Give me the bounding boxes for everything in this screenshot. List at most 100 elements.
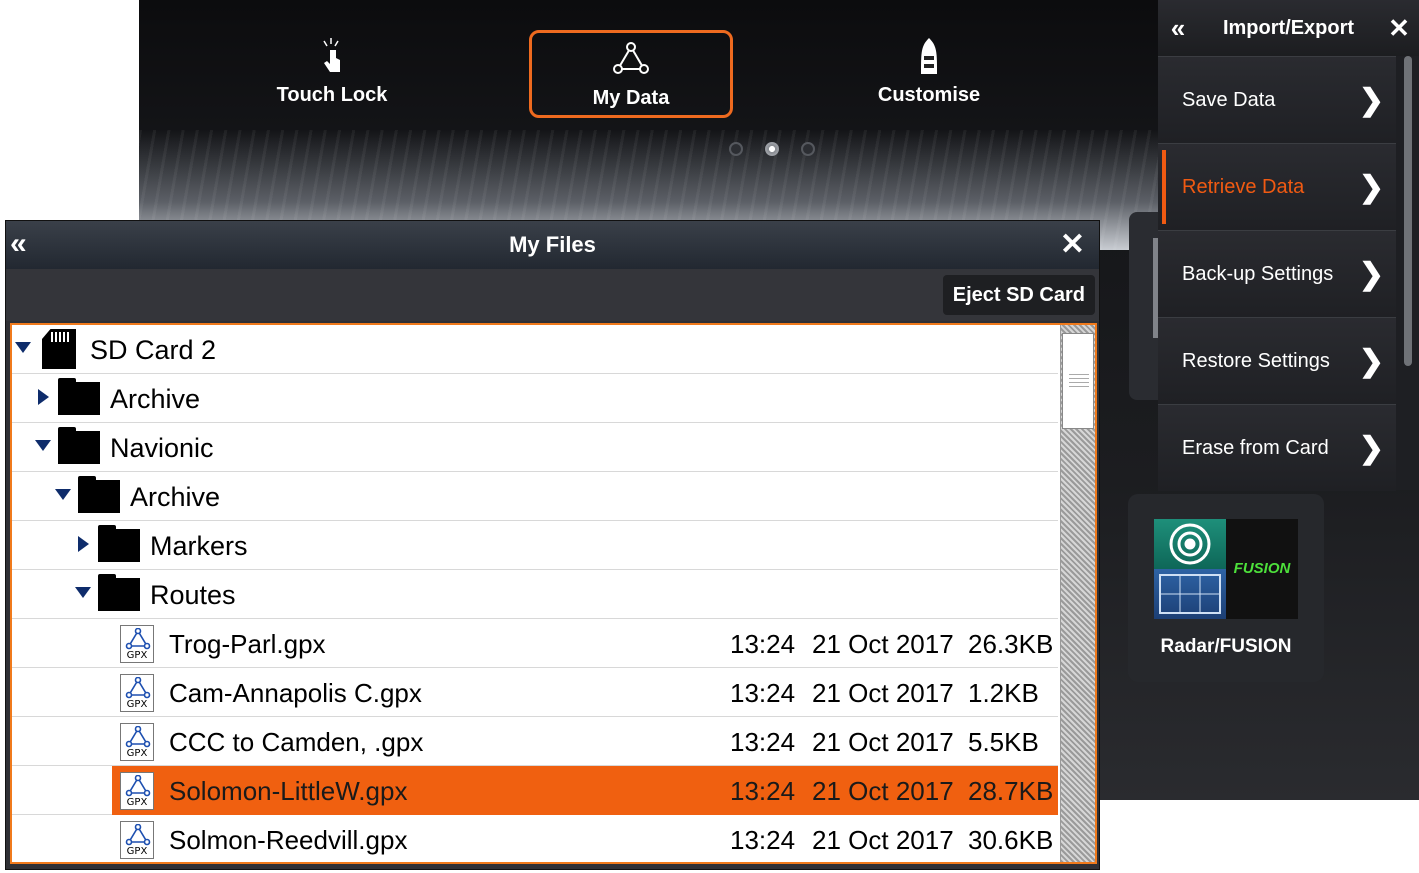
menu-item-label: Restore Settings [1182, 349, 1330, 372]
page-dot[interactable] [801, 142, 815, 156]
chevron-right-icon: ❯ [1358, 83, 1384, 117]
file-tree: SD Card 2 Archive Navionic Archive Marke… [10, 323, 1097, 864]
touch-lock-tile[interactable]: Touch Lock [230, 30, 434, 118]
customise-tile[interactable]: Customise [827, 30, 1031, 118]
import-export-menu: « Import/Export ✕ Save Data ❯ Retrieve D… [1158, 0, 1419, 491]
tree-row-folder[interactable]: Archive [12, 472, 1058, 521]
my-data-tile[interactable]: My Data [529, 30, 733, 118]
file-row[interactable]: Cam-Annapolis C.gpx 13:24 21 Oct 2017 1.… [12, 668, 1058, 717]
chart-icon [1154, 569, 1226, 619]
chevron-right-icon: ❯ [1358, 257, 1384, 291]
file-time: 13:24 [730, 678, 796, 708]
file-time: 13:24 [730, 776, 796, 806]
expand-arrow-icon[interactable] [78, 536, 89, 552]
gpx-file-icon [120, 821, 154, 859]
scrollbar-thumb[interactable] [1062, 333, 1094, 429]
page-dot[interactable] [729, 142, 743, 156]
tree-row-folder[interactable]: Markers [12, 521, 1058, 570]
gpx-file-icon [120, 625, 154, 663]
file-size: 5.5KB [968, 727, 1039, 757]
tree-row-sd-card[interactable]: SD Card 2 [12, 325, 1058, 374]
menu-item-label: Retrieve Data [1182, 175, 1305, 198]
import-export-title: Import/Export [1222, 16, 1355, 39]
customise-label: Customise [877, 84, 981, 106]
file-size: 1.2KB [968, 678, 1039, 708]
collapse-arrow-icon[interactable] [55, 489, 71, 500]
file-date: 21 Oct 2017 [812, 678, 954, 708]
page-dot-active[interactable] [765, 142, 779, 156]
chevron-right-icon: ❯ [1358, 431, 1384, 465]
fusion-logo-icon: FUSION [1226, 519, 1298, 619]
tree-item-label: Markers [150, 531, 248, 561]
boat-icon [921, 38, 937, 74]
collapse-arrow-icon[interactable] [75, 587, 91, 598]
my-files-toolbar: Eject SD Card [6, 269, 1099, 321]
gpx-file-icon [120, 723, 154, 761]
file-date: 21 Oct 2017 [812, 727, 954, 757]
radar-icon [1154, 519, 1226, 569]
chevron-right-icon: ❯ [1358, 170, 1384, 204]
folder-icon [98, 574, 140, 611]
file-date: 21 Oct 2017 [812, 776, 954, 806]
menu-item-retrieve-data[interactable]: Retrieve Data ❯ [1158, 143, 1396, 230]
menu-item-erase-from-card[interactable]: Erase from Card ❯ [1158, 404, 1396, 491]
my-files-header: « My Files ✕ [6, 221, 1099, 269]
tree-row-folder[interactable]: Navionic [12, 423, 1058, 472]
file-time: 13:24 [730, 727, 796, 757]
file-row-selected[interactable]: Solomon-LittleW.gpx 13:24 21 Oct 2017 28… [12, 766, 1058, 815]
my-data-label: My Data [592, 87, 670, 109]
file-size: 30.6KB [968, 825, 1054, 855]
my-files-dialog: « My Files ✕ Eject SD Card SD Card 2 Arc… [5, 220, 1100, 870]
tree-item-label: Archive [130, 482, 221, 512]
file-date: 21 Oct 2017 [812, 825, 954, 855]
touch-lock-icon [323, 38, 340, 72]
file-name: Trog-Parl.gpx [169, 629, 326, 659]
file-name: CCC to Camden, .gpx [169, 727, 424, 757]
menu-item-save-data[interactable]: Save Data ❯ [1158, 56, 1396, 143]
file-name: Cam-Annapolis C.gpx [169, 678, 422, 708]
my-files-title: My Files [509, 232, 596, 257]
close-icon[interactable]: ✕ [1060, 227, 1085, 262]
sd-card-icon [42, 329, 76, 369]
folder-icon [58, 378, 100, 415]
close-icon[interactable]: ✕ [1379, 13, 1419, 44]
file-row[interactable]: Trog-Parl.gpx 13:24 21 Oct 2017 26.3KB [12, 619, 1058, 668]
file-tree-scrollbar[interactable] [1060, 325, 1095, 862]
tree-item-label: Archive [110, 384, 201, 414]
menu-item-backup-settings[interactable]: Back-up Settings ❯ [1158, 230, 1396, 317]
collapse-arrow-icon[interactable] [35, 440, 51, 451]
tree-row-folder[interactable]: Archive [12, 374, 1058, 423]
tree-item-label: Navionic [110, 433, 214, 463]
chevron-right-icon: ❯ [1358, 344, 1384, 378]
file-row[interactable]: Solmon-Reedvill.gpx 13:24 21 Oct 2017 30… [12, 815, 1058, 862]
menu-item-label: Save Data [1182, 88, 1276, 111]
menu-item-label: Erase from Card [1182, 436, 1329, 459]
collapse-arrow-icon[interactable] [15, 342, 31, 353]
import-export-header: « Import/Export ✕ [1158, 0, 1419, 56]
expand-arrow-icon[interactable] [38, 389, 49, 405]
radar-fusion-icons: FUSION [1154, 519, 1298, 619]
file-time: 13:24 [730, 629, 796, 659]
touch-lock-label: Touch Lock [276, 84, 388, 106]
menu-scrollbar[interactable] [1404, 56, 1412, 366]
file-size: 26.3KB [968, 629, 1054, 659]
my-data-icon [613, 42, 649, 74]
gpx-file-icon [120, 772, 154, 810]
back-icon[interactable]: « [1158, 13, 1198, 44]
file-row[interactable]: CCC to Camden, .gpx 13:24 21 Oct 2017 5.… [12, 717, 1058, 766]
file-size: 28.7KB [968, 776, 1054, 806]
radar-fusion-label: Radar/FUSION [1160, 636, 1292, 657]
eject-sd-card-button[interactable]: Eject SD Card [942, 275, 1095, 315]
page-indicator [729, 142, 815, 156]
menu-item-label: Back-up Settings [1182, 262, 1334, 285]
file-date: 21 Oct 2017 [812, 629, 954, 659]
tree-item-label: Routes [150, 580, 236, 610]
file-name: Solmon-Reedvill.gpx [169, 825, 408, 855]
folder-icon [78, 476, 120, 513]
radar-fusion-tile[interactable]: FUSION Radar/FUSION [1128, 494, 1324, 682]
tree-row-folder[interactable]: Routes [12, 570, 1058, 619]
folder-icon [98, 525, 140, 562]
file-time: 13:24 [730, 825, 796, 855]
menu-item-restore-settings[interactable]: Restore Settings ❯ [1158, 317, 1396, 404]
file-name: Solomon-LittleW.gpx [169, 776, 408, 806]
